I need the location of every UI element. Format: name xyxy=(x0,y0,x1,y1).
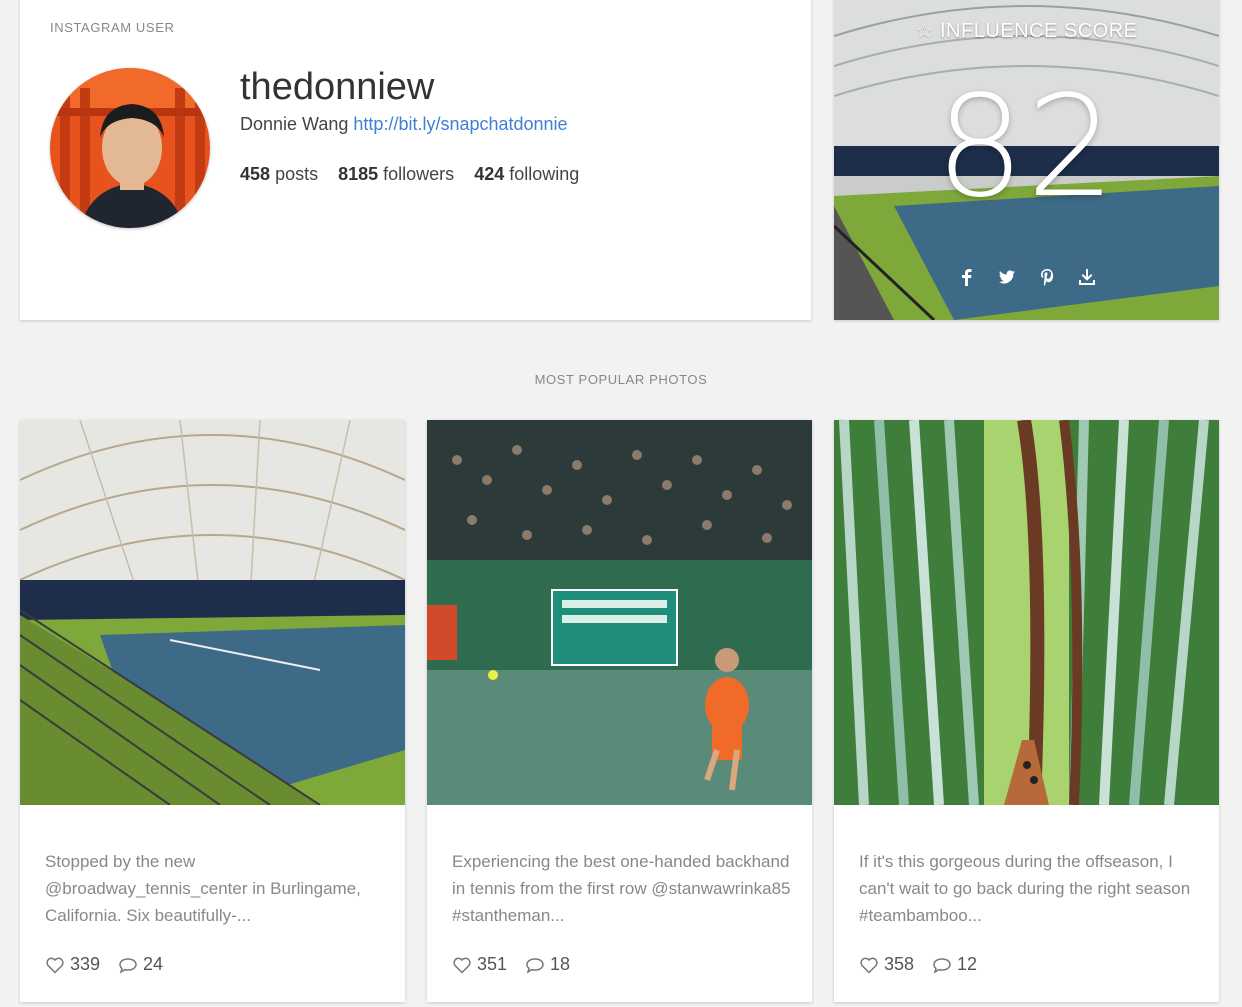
profile-link[interactable]: http://bit.ly/snapchatdonnie xyxy=(353,114,567,134)
likes-count: 351 xyxy=(477,954,508,974)
photo-card[interactable]: If it's this gorgeous during the offseas… xyxy=(834,420,1219,1002)
likes-count: 358 xyxy=(884,954,915,974)
photo-card[interactable]: Experiencing the best one-handed backhan… xyxy=(427,420,812,1002)
comments-count: 12 xyxy=(957,954,978,974)
posts-label: posts xyxy=(275,164,319,184)
photo-tennis-center[interactable] xyxy=(20,420,405,805)
photo-bamboo-forest[interactable] xyxy=(834,420,1219,805)
avatar[interactable] xyxy=(50,68,210,228)
likes-counter[interactable]: 358 xyxy=(859,954,914,975)
followers-stat: 8185 followers xyxy=(338,164,454,185)
comments-counter[interactable]: 12 xyxy=(932,954,977,975)
followers-label: followers xyxy=(383,164,455,184)
following-label: following xyxy=(509,164,580,184)
facebook-icon[interactable] xyxy=(958,268,976,286)
following-stat: 424 following xyxy=(474,164,579,185)
pinterest-icon[interactable] xyxy=(1038,268,1056,286)
following-count: 424 xyxy=(474,164,505,184)
comments-counter[interactable]: 18 xyxy=(525,954,570,975)
profile-section-label: INSTAGRAM USER xyxy=(50,20,175,35)
username: thedonniew xyxy=(240,66,435,108)
influence-score-label: INFLUENCE SCORE xyxy=(939,20,1138,42)
heart-icon xyxy=(860,957,878,974)
followers-count: 8185 xyxy=(338,164,379,184)
influence-score-title: ☆ INFLUENCE SCORE xyxy=(834,18,1219,43)
twitter-icon[interactable] xyxy=(998,268,1016,286)
photo-caption: Stopped by the new @broadway_tennis_cent… xyxy=(45,852,361,925)
full-name: Donnie Wang xyxy=(240,114,349,134)
influence-score-card: ☆ INFLUENCE SCORE 82 xyxy=(834,0,1219,320)
photo-card[interactable]: Stopped by the new @broadway_tennis_cent… xyxy=(20,420,405,1002)
comment-icon xyxy=(526,957,544,974)
comment-icon xyxy=(933,957,951,974)
comments-count: 24 xyxy=(143,954,164,974)
photo-engagement: 339 24 xyxy=(45,954,163,975)
comments-count: 18 xyxy=(550,954,571,974)
likes-counter[interactable]: 351 xyxy=(452,954,507,975)
share-bar xyxy=(834,268,1219,286)
heart-icon xyxy=(46,957,64,974)
likes-count: 339 xyxy=(70,954,101,974)
comments-counter[interactable]: 24 xyxy=(118,954,163,975)
most-popular-photos-heading: MOST POPULAR PHOTOS xyxy=(534,372,708,387)
photo-caption: If it's this gorgeous during the offseas… xyxy=(859,852,1191,925)
likes-counter[interactable]: 339 xyxy=(45,954,100,975)
photo-tennis-match[interactable] xyxy=(427,420,812,805)
posts-count: 458 xyxy=(240,164,271,184)
download-icon[interactable] xyxy=(1078,268,1096,286)
profile-stats: 458 posts 8185 followers 424 following xyxy=(240,164,579,185)
heart-icon xyxy=(453,957,471,974)
bio: Donnie Wang http://bit.ly/snapchatdonnie xyxy=(240,114,568,135)
posts-stat: 458 posts xyxy=(240,164,318,185)
profile-card: INSTAGRAM USER thedonniew Donnie Wang ht… xyxy=(20,0,811,320)
photo-caption: Experiencing the best one-handed backhan… xyxy=(452,852,791,925)
comment-icon xyxy=(119,957,137,974)
photo-engagement: 358 12 xyxy=(859,954,977,975)
photo-engagement: 351 18 xyxy=(452,954,570,975)
influence-score-value: 82 xyxy=(935,66,1118,229)
star-icon: ☆ xyxy=(915,20,934,42)
